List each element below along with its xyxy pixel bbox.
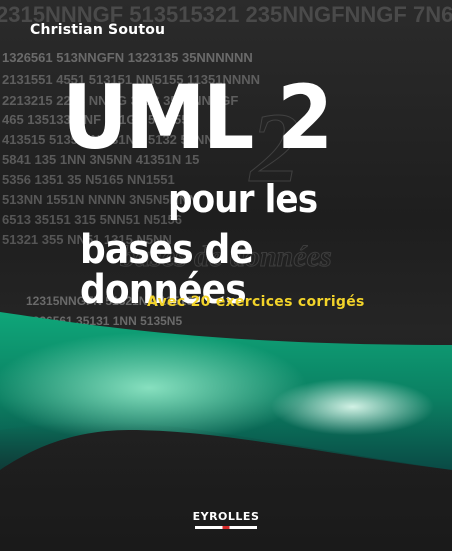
digit-row: 1326561 513NNGFN 1323135 35NNNNNN [2,50,253,65]
publisher-underline [195,526,257,529]
book-title: UML 2 [62,66,333,169]
digit-row: 5356 1351 35 N5165 NN1551 [2,172,175,187]
book-tagline: Avec 20 exercices corrigés [147,294,365,310]
author-name: Christian Soutou [30,22,166,38]
digit-row: 1326561 35131 1NN 5135N5 [26,314,183,328]
book-cover: 2315NNNGF 513515321 235NNGFNNGF 7N6156 1… [0,0,452,551]
publisher-logo: EYROLLES [0,505,452,529]
publisher-name: EYROLLES [192,510,260,523]
book-subtitle-line1: pour les [168,177,318,221]
digit-row: 6513 35151 315 5NN51 N5156 [2,212,182,227]
